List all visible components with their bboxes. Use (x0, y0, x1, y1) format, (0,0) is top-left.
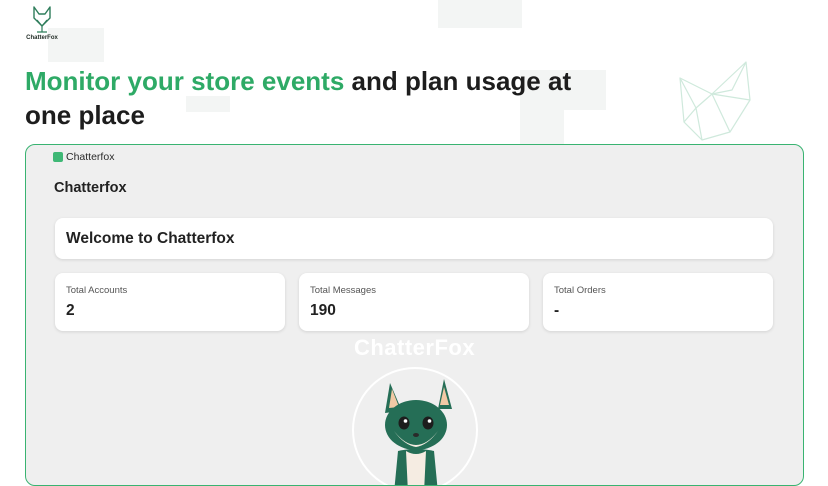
watermark-text: ChatterFox (353, 335, 476, 360)
brand-logo[interactable]: ChatterFox (22, 4, 62, 41)
stat-value: 2 (66, 302, 75, 319)
stat-card-accounts: Total Accounts 2 (55, 273, 285, 331)
stat-label: Total Accounts (66, 285, 128, 296)
brand-logo-text: ChatterFox (26, 35, 58, 41)
stat-card-orders: Total Orders - (543, 273, 773, 331)
hero-text-line2: one place (25, 100, 145, 130)
fox-logo-icon (33, 6, 51, 33)
bg-block (438, 0, 522, 28)
stat-value: 190 (310, 302, 336, 319)
welcome-card: Welcome to Chatterfox (55, 218, 773, 259)
hero-heading: Monitor your store events and plan usage… (25, 64, 571, 132)
app-square-icon (53, 152, 63, 162)
hero-accent-text: Monitor your store events (25, 66, 345, 96)
browser-tab[interactable]: Chatterfox (53, 151, 114, 163)
tab-label: Chatterfox (66, 151, 115, 163)
app-preview-frame: Chatterfox Chatterfox Welcome to Chatter… (25, 144, 804, 486)
stat-label: Total Messages (310, 285, 377, 296)
hero-text-line1: and plan usage at (344, 66, 572, 96)
welcome-text: Welcome to Chatterfox (66, 230, 235, 247)
stat-label: Total Orders (554, 285, 606, 296)
stat-card-messages: Total Messages 190 (299, 273, 529, 331)
fox-mascot-icon (352, 367, 478, 485)
page-title: Chatterfox (54, 180, 127, 196)
origami-fox-outline-icon (679, 61, 751, 141)
stat-value: - (554, 302, 560, 319)
